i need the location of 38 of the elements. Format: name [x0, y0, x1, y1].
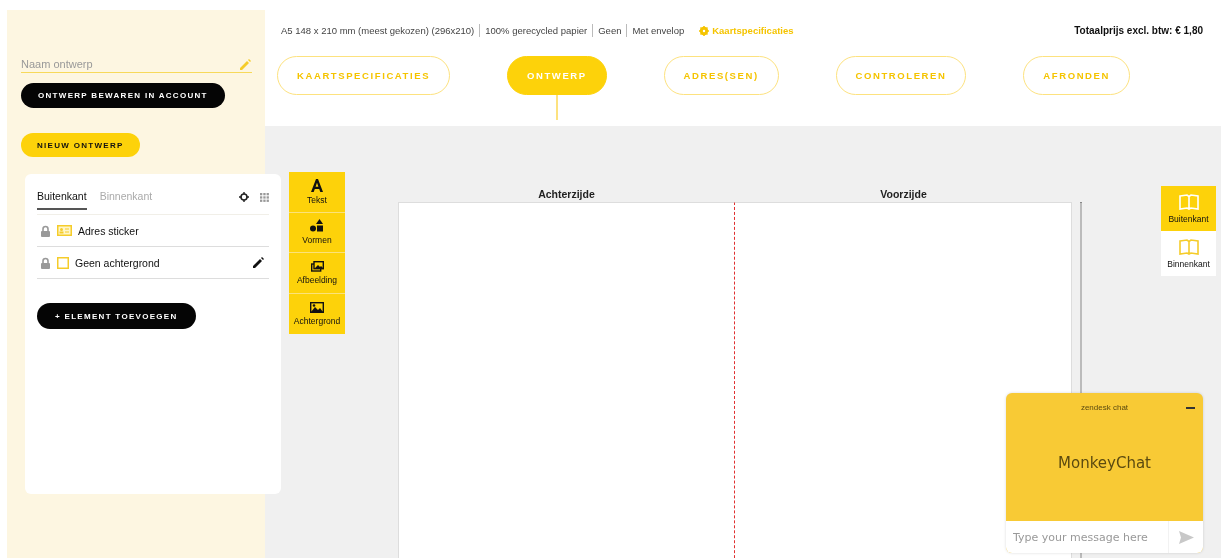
chat-brand: zendesk chat: [1080, 402, 1129, 412]
message-field[interactable]: Type your message here: [1006, 521, 1169, 553]
save-design-button[interactable]: ONTWERP BEWAREN IN ACCOUNT: [21, 83, 225, 108]
id-card-icon: [57, 225, 72, 236]
pencil-icon[interactable]: [251, 256, 265, 269]
open-book-icon: [1178, 238, 1199, 255]
page-title: Voorzijde: [879, 188, 928, 202]
minimize-icon[interactable]: [1186, 407, 1195, 409]
chat-title: MonkeyChat: [1057, 453, 1152, 474]
crosshair-icon: [239, 192, 249, 202]
empty-square-icon: [57, 256, 69, 269]
pencil-icon: [238, 57, 252, 71]
image-icon: [310, 301, 324, 313]
layer-name: Adres sticker: [78, 224, 139, 237]
add-element-button[interactable]: + ELEMENT TOEVOEGEN: [37, 303, 196, 329]
page-title: Achterzijde: [537, 188, 596, 202]
side-button[interactable]: Buitenkant: [1161, 186, 1216, 231]
letter-a-icon: [311, 178, 323, 192]
side-tab[interactable]: Buitenkant: [37, 184, 87, 210]
open-book-icon: [1178, 193, 1199, 210]
spec-text: Geen: [592, 24, 627, 37]
total-price: Totaalprijs excl. btw: € 1,80: [1074, 25, 1203, 36]
name-field[interactable]: Naam ontwerp: [21, 58, 238, 70]
send-button[interactable]: [1169, 521, 1203, 553]
send-icon: [1178, 530, 1194, 544]
images-icon: [310, 260, 324, 272]
spec-text: A5 148 x 210 mm (meest gekozen) (296x210): [281, 24, 476, 37]
shapes-icon: [310, 219, 324, 233]
tool-button[interactable]: Tekst: [289, 172, 345, 213]
grid-icon: [260, 192, 269, 202]
card-page[interactable]: [398, 202, 735, 558]
spec-text: Met envelop: [626, 24, 690, 37]
spec-text: 100% gerecycled papier: [479, 24, 593, 37]
layer-name: Geen achtergrond: [75, 256, 160, 269]
step-connector: [556, 95, 558, 120]
gear-icon: [699, 25, 710, 36]
side-button[interactable]: Binnenkant: [1161, 231, 1216, 276]
new-design-button[interactable]: NIEUW ONTWERP: [21, 133, 140, 157]
